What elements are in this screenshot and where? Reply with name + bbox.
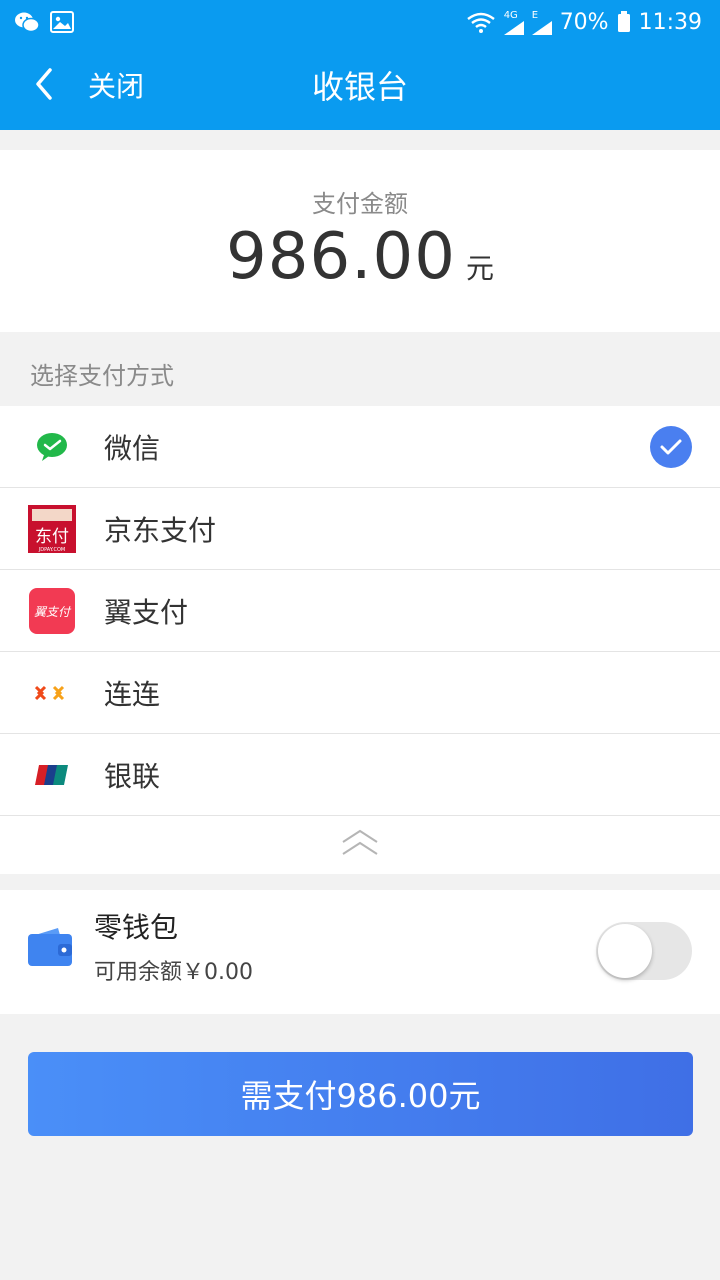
payment-method-bestpay[interactable]: 翼支付 翼支付: [0, 570, 720, 652]
wifi-icon: [466, 11, 496, 33]
status-bar: 4G E 70% 11:39: [0, 0, 720, 44]
jdpay-icon: 东付 JDPAY.COM: [28, 504, 76, 553]
toggle-knob: [598, 924, 652, 978]
amount-value: 986.00: [226, 220, 456, 294]
network-e-label: E: [531, 9, 539, 21]
clock: 11:39: [638, 9, 702, 35]
wallet-balance: 可用余额￥0.00: [94, 960, 253, 985]
check-icon: [650, 425, 692, 468]
signal-icon-2: E: [531, 9, 552, 35]
method-label: 翼支付: [104, 595, 189, 629]
amount-card: 支付金额 986.00 元: [0, 150, 720, 332]
amount-label: 支付金额: [312, 190, 408, 218]
payment-method-list: 微信 东付 JDPAY.COM 京东支付 翼支付 翼支付 连连 银联: [0, 406, 720, 874]
gallery-icon: [50, 11, 74, 33]
double-chevron-up-icon: [340, 828, 380, 862]
jdpay-icon-text: 东付: [35, 527, 69, 547]
chevron-left-icon: [34, 68, 54, 104]
wallet-toggle[interactable]: [596, 922, 692, 980]
pay-button[interactable]: 需支付986.00元: [28, 1052, 693, 1136]
payment-method-unionpay[interactable]: 银联: [0, 734, 720, 816]
unionpay-icon: [28, 751, 76, 799]
jdpay-icon-small: JDPAY.COM: [38, 547, 65, 553]
payment-method-wechat[interactable]: 微信: [0, 406, 720, 488]
app-header: 关闭 收银台: [0, 44, 720, 130]
lianlian-icon: [28, 669, 76, 717]
payment-section-label: 选择支付方式: [30, 362, 174, 390]
signal-icon: 4G: [503, 9, 524, 35]
bestpay-icon: 翼支付: [28, 587, 76, 635]
network-4g-label: 4G: [503, 9, 518, 21]
amount-unit: 元: [465, 252, 494, 285]
wallet-row: 零钱包 可用余额￥0.00: [0, 890, 720, 1014]
amount-row: 986.00 元: [0, 220, 720, 294]
battery-percent: 70%: [559, 9, 609, 35]
collapse-methods-button[interactable]: [0, 816, 720, 874]
battery-icon: [617, 11, 631, 33]
wechat-icon: [14, 11, 40, 33]
method-label: 银联: [104, 759, 161, 793]
wallet-title: 零钱包: [94, 911, 179, 944]
method-label: 连连: [104, 677, 161, 711]
method-label: 微信: [104, 431, 161, 465]
wallet-icon: [28, 926, 72, 970]
close-button[interactable]: 关闭: [88, 68, 144, 106]
wechat-pay-icon: [28, 423, 76, 471]
method-label: 京东支付: [104, 513, 217, 547]
back-button[interactable]: [24, 66, 64, 106]
payment-method-jdpay[interactable]: 东付 JDPAY.COM 京东支付: [0, 488, 720, 570]
bestpay-icon-text: 翼支付: [34, 605, 72, 619]
payment-method-lianlian[interactable]: 连连: [0, 652, 720, 734]
